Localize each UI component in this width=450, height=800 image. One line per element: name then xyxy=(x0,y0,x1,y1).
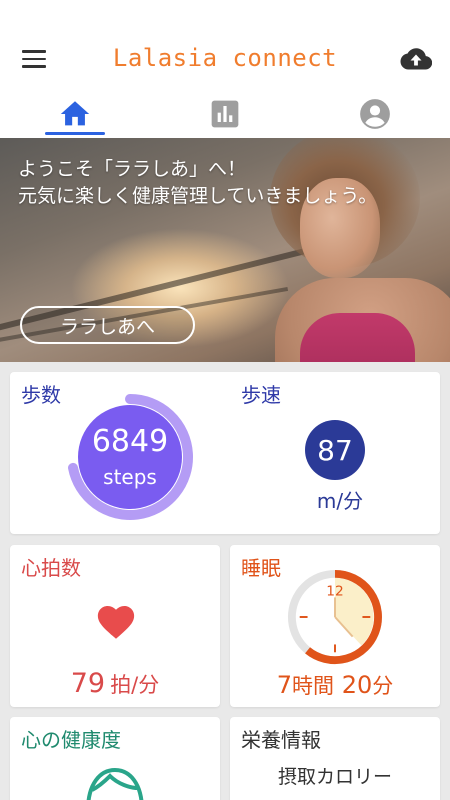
steps-value: 6849 xyxy=(91,424,169,459)
home-icon xyxy=(60,101,90,126)
bar-chart-icon xyxy=(211,100,239,128)
active-tab-indicator xyxy=(45,132,105,135)
face-icon xyxy=(86,767,144,800)
sleep-clock-label: 12 xyxy=(326,583,343,599)
lalasia-link-button[interactable]: ララしあへ xyxy=(20,306,195,344)
status-bar xyxy=(0,0,450,24)
sleep-clock-icon: 12 xyxy=(287,569,383,665)
hero-welcome-text: ようこそ「ララしあ」へ！ 元気に楽しく健康管理していきましょう。 xyxy=(18,158,378,207)
speed-unit: m/分 xyxy=(316,489,364,513)
sleep-hours-unit: 時間 xyxy=(292,674,335,698)
tab-profile[interactable] xyxy=(300,96,450,138)
app-title: Lalasia connect xyxy=(112,44,338,72)
tab-bar xyxy=(0,96,450,138)
sleep-duration: 7時間 20分 xyxy=(230,670,440,700)
sleep-minutes: 20 xyxy=(341,671,373,699)
hero-banner: ようこそ「ララしあ」へ！ 元気に楽しく健康管理していきましょう。 ララしあへ xyxy=(0,138,450,362)
app-bar: Lalasia connect xyxy=(0,24,450,96)
sleep-hours: 7 xyxy=(276,671,293,699)
heart-rate-title: 心拍数 xyxy=(21,556,81,580)
steps-title: 歩数 xyxy=(21,383,61,407)
account-icon xyxy=(360,99,390,129)
heart-rate-unit: 拍/分 xyxy=(110,673,160,697)
sleep-minutes-unit: 分 xyxy=(372,674,394,698)
cloud-upload-icon[interactable] xyxy=(400,46,432,72)
calorie-intake-label: 摂取カロリー xyxy=(277,766,392,788)
heart-rate-value: 79 拍/分 xyxy=(10,668,220,699)
sleep-title: 睡眠 xyxy=(241,556,281,580)
steps-unit: steps xyxy=(103,465,157,489)
heart-rate-number: 79 xyxy=(70,668,106,699)
tab-chart[interactable] xyxy=(150,96,300,138)
nutrition-title: 栄養情報 xyxy=(241,728,321,752)
mental-health-title: 心の健康度 xyxy=(21,728,121,752)
speed-value: 87 xyxy=(305,420,365,480)
heart-icon xyxy=(97,605,135,639)
speed-title: 歩速 xyxy=(241,383,281,407)
